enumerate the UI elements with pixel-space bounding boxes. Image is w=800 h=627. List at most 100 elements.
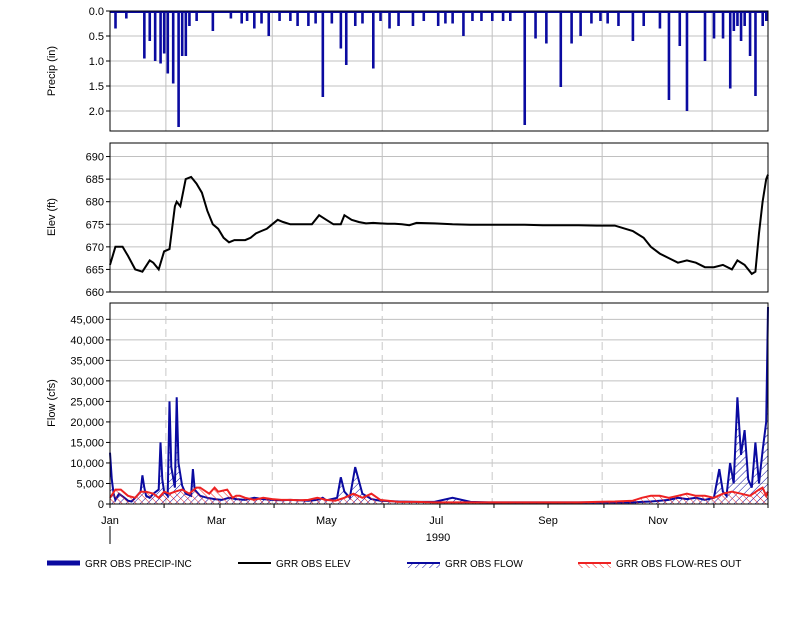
flow-ytick-label: 20,000	[70, 417, 104, 429]
elev-ytick-label: 665	[86, 264, 104, 276]
flow-grid	[110, 318, 768, 484]
hydrograph-chart: 0.0 0.5 1.0 1.5 2.0 Precip (in) 660 665 670 675…	[46, 6, 769, 570]
precip-bar	[754, 11, 757, 96]
precip-bar	[114, 11, 117, 29]
precip-bar	[631, 11, 635, 41]
precip-bar	[471, 11, 474, 21]
precip-bar	[559, 11, 563, 87]
flow-ytick-label: 0	[98, 499, 104, 511]
precip-bar	[732, 11, 736, 31]
flow-area	[110, 307, 768, 504]
legend-item-precip: GRR OBS PRECIP-INC	[47, 559, 192, 570]
precip-bar	[721, 11, 725, 39]
precip-bar	[166, 11, 170, 74]
precip-y-axis-title: Precip (in)	[46, 46, 58, 96]
precip-bar	[411, 11, 415, 26]
precip-ytick-label: 0.0	[89, 6, 104, 18]
precip-ytick-label: 1.0	[89, 56, 104, 68]
precip-bar	[579, 11, 582, 36]
precip-bar	[523, 11, 527, 125]
precip-bar	[617, 11, 620, 26]
precip-bar	[712, 11, 716, 39]
x-tick-label: Sep	[538, 515, 558, 527]
flow-ytick-label: 30,000	[70, 376, 104, 388]
precip-bar	[148, 11, 152, 41]
precip-bar	[267, 11, 271, 36]
precip-bar	[245, 11, 249, 21]
precip-y-ticks: 0.0 0.5 1.0 1.5 2.0	[89, 6, 110, 118]
precip-bar	[678, 11, 682, 46]
flow-ytick-label: 15,000	[70, 437, 104, 449]
legend-label-flow-res-out: GRR OBS FLOW-RES OUT	[616, 559, 741, 570]
flow-plot-frame	[109, 302, 769, 505]
precip-bar	[229, 11, 233, 19]
precip-panel: 0.0 0.5 1.0 1.5 2.0 Precip (in)	[46, 6, 769, 132]
flow-ytick-label: 40,000	[70, 335, 104, 347]
precip-bar	[642, 11, 646, 26]
precip-bar	[534, 11, 537, 39]
precip-bar	[162, 11, 166, 54]
precip-bar	[253, 11, 256, 29]
x-tick-label: Nov	[648, 515, 668, 527]
x-tick-label: May	[316, 515, 337, 527]
precip-bar	[330, 11, 334, 24]
precip-bar	[379, 11, 382, 21]
precip-bar	[314, 11, 317, 24]
precip-bar	[570, 11, 573, 44]
legend-item-elev: GRR OBS ELEV	[238, 559, 351, 570]
precip-bar	[599, 11, 602, 21]
legend-label-precip: GRR OBS PRECIP-INC	[85, 559, 192, 570]
precip-bar	[606, 11, 609, 24]
precip-bar	[480, 11, 483, 21]
elev-ytick-label: 685	[86, 174, 104, 186]
precip-ytick-label: 0.5	[89, 31, 104, 43]
elev-panel: 660 665 670 675 680 685 690 Elev (ft)	[46, 142, 769, 299]
flow-panel: 0 5,000 10,000 15,000 20,000 25,000 30,000 35,0…	[46, 302, 769, 544]
x-tick-label: Jan	[101, 515, 119, 527]
precip-bar	[451, 11, 454, 24]
precip-bar	[211, 11, 215, 31]
flow-y-axis-title: Flow (cfs)	[46, 379, 58, 427]
precip-bar	[422, 11, 426, 21]
precip-bar	[125, 11, 128, 19]
elev-ytick-label: 675	[86, 219, 104, 231]
precip-bar	[240, 11, 243, 24]
precip-bar	[658, 11, 662, 29]
legend-label-elev: GRR OBS ELEV	[276, 559, 351, 570]
precip-ytick-label: 1.5	[89, 81, 104, 93]
year-label: 1990	[426, 532, 450, 544]
precip-bar	[490, 11, 494, 21]
precip-bar	[361, 11, 364, 24]
precip-bar	[344, 11, 348, 65]
precip-bar	[764, 11, 768, 21]
flow-ytick-label: 35,000	[70, 355, 104, 367]
precip-bar	[761, 11, 764, 26]
precip-bar	[703, 11, 707, 61]
x-axis-ticks: Jan Mar May Jul Sep Nov	[101, 504, 769, 527]
precip-bar	[260, 11, 263, 24]
legend-item-flow: GRR OBS FLOW	[407, 559, 523, 570]
precip-bar	[388, 11, 391, 29]
precip-bar	[436, 11, 440, 26]
precip-bar	[159, 11, 162, 64]
flow-dashed-month-lines	[165, 303, 713, 504]
elev-grid	[110, 143, 768, 293]
precip-bar	[590, 11, 593, 24]
precip-bar	[184, 11, 188, 56]
precip-bar	[188, 11, 191, 26]
flow-ytick-label: 45,000	[70, 314, 104, 326]
precip-bar	[501, 11, 505, 21]
precip-bar	[296, 11, 299, 26]
flow-y-ticks: 0 5,000 10,000 15,000 20,000 25,000 30,000 35,0…	[70, 314, 110, 511]
flow-ytick-label: 10,000	[70, 458, 104, 470]
x-tick-label: Mar	[207, 515, 226, 527]
precip-bar	[143, 11, 146, 59]
precip-bar	[195, 11, 198, 21]
precip-ytick-label: 2.0	[89, 106, 104, 118]
precip-bar	[307, 11, 310, 26]
precip-bar	[545, 11, 548, 44]
precip-bar	[353, 11, 357, 26]
precip-bar	[153, 11, 157, 61]
precip-bar	[289, 11, 292, 21]
x-tick-label: Jul	[429, 515, 443, 527]
